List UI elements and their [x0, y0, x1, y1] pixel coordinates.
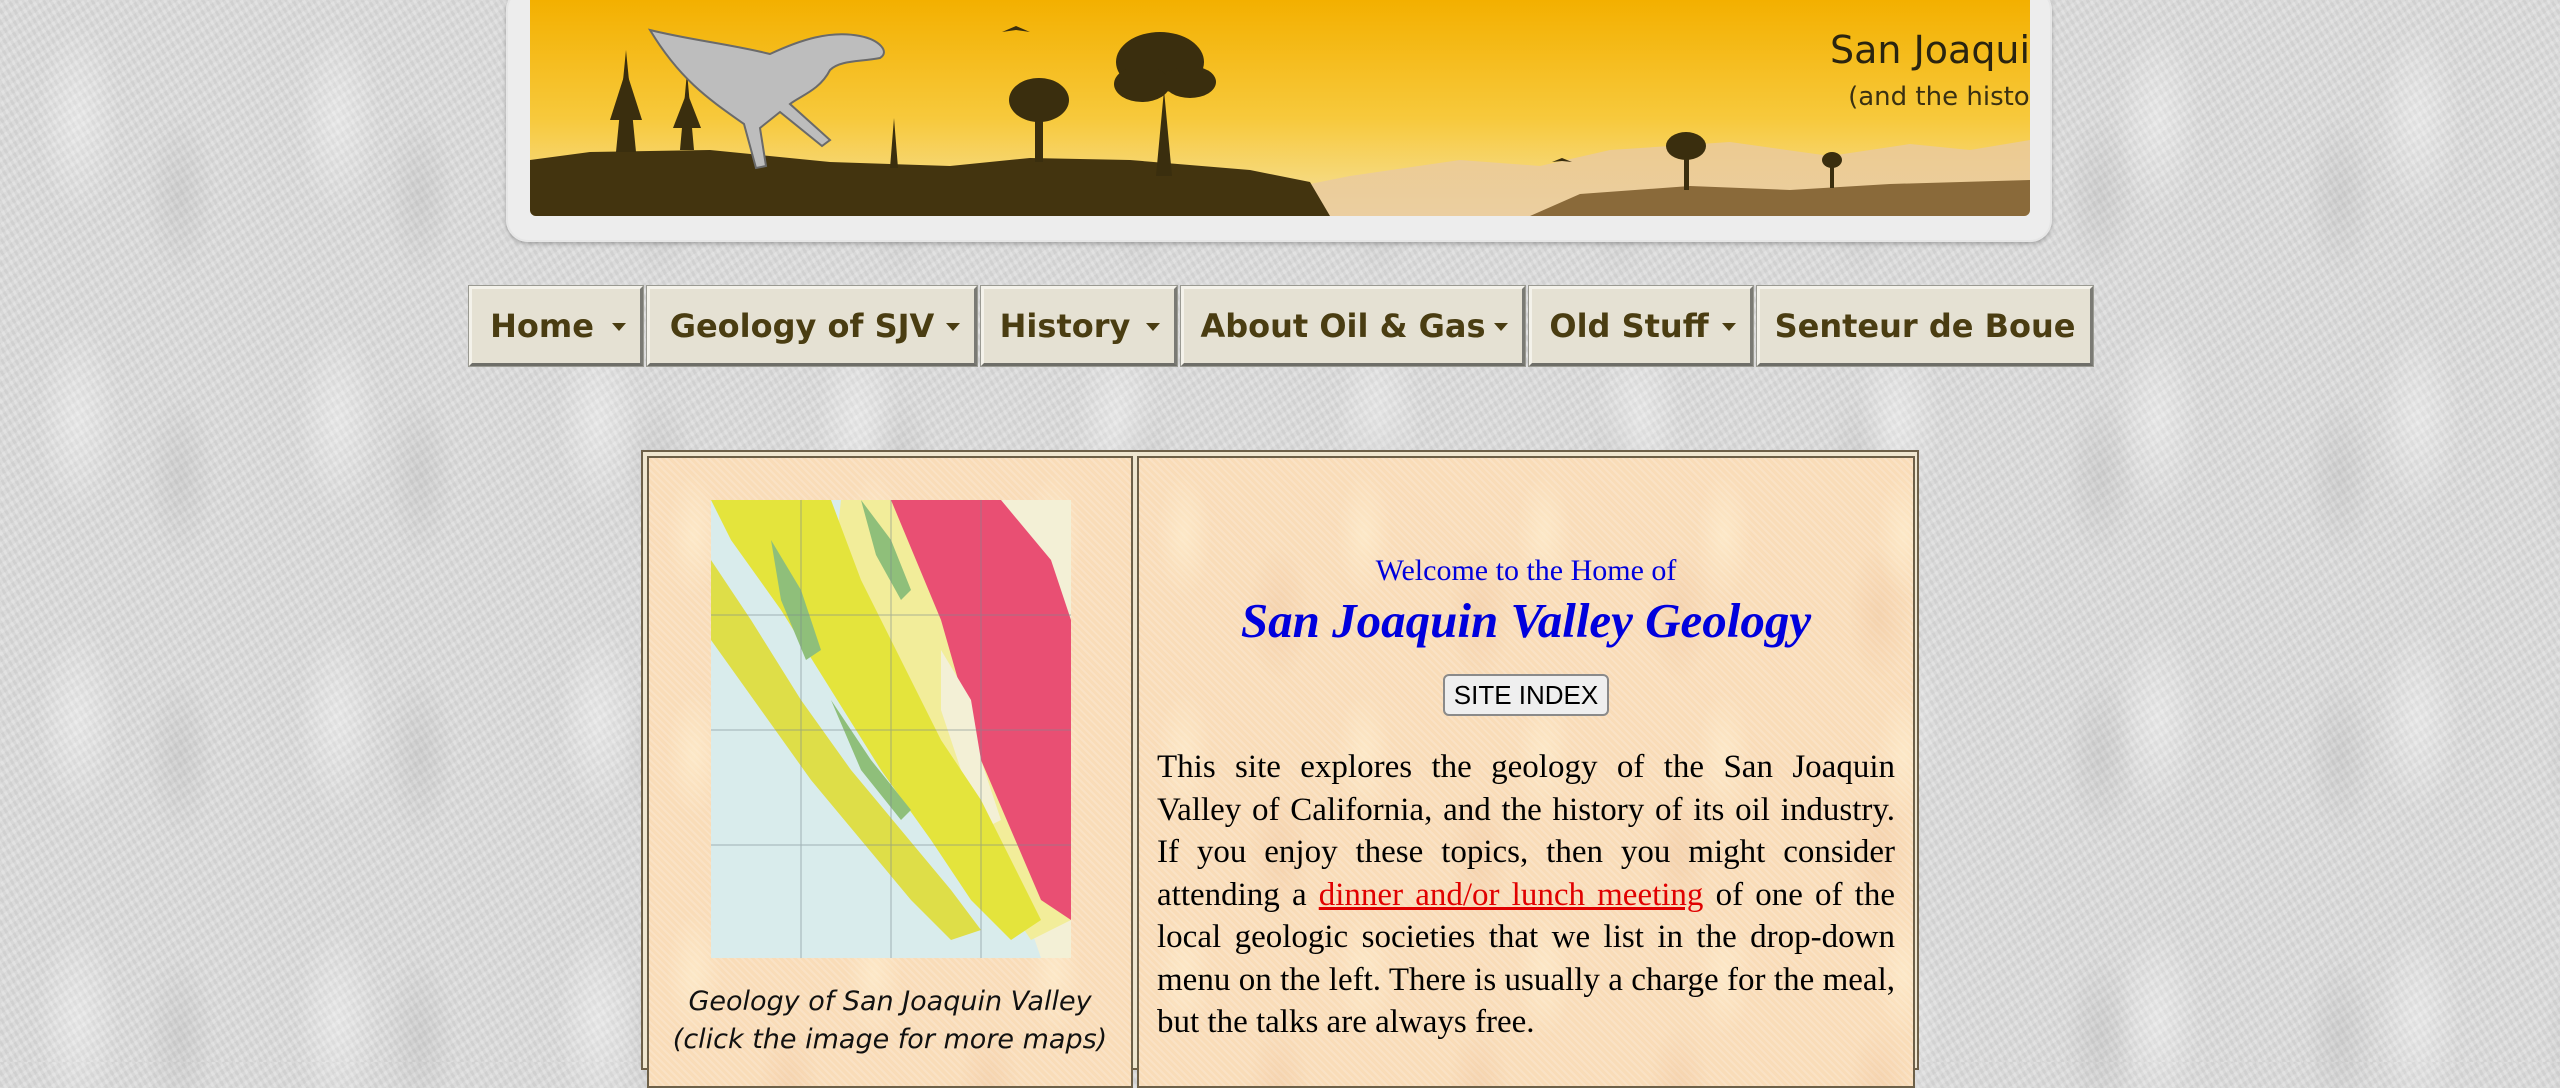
nav-item-history[interactable]: History	[980, 285, 1178, 367]
nav-item-geology-of-sjv[interactable]: Geology of SJV	[646, 285, 978, 367]
geologic-map-icon	[711, 500, 1071, 958]
dinner-lunch-meeting-link[interactable]: dinner and/or lunch meeting	[1319, 877, 1704, 913]
main-nav: Home Geology of SJV History About Oil & …	[468, 285, 2097, 367]
intro-paragraph: This site explores the geology of the Sa…	[1157, 746, 1895, 1044]
geology-map-image[interactable]	[711, 500, 1071, 958]
chevron-down-icon	[946, 323, 960, 331]
site-banner: San Joaquin Valley Geology (and the hist…	[530, 0, 2030, 216]
nav-item-home[interactable]: Home	[468, 285, 644, 367]
nav-item-label: Senteur de Boue	[1774, 307, 2076, 345]
nav-item-label: Old Stuff	[1549, 307, 1709, 345]
nav-item-label: Home	[490, 307, 594, 345]
banner-artwork	[530, 0, 2030, 216]
nav-item-label: History	[999, 307, 1131, 345]
nav-item-about-oil-gas[interactable]: About Oil & Gas	[1180, 285, 1526, 367]
welcome-cell: Welcome to the Home of San Joaquin Valle…	[1137, 456, 1915, 1088]
welcome-text: Welcome to the Home of	[1375, 554, 1677, 587]
site-index-button[interactable]: SITE INDEX	[1443, 674, 1609, 716]
nav-item-old-stuff[interactable]: Old Stuff	[1528, 285, 1754, 367]
banner-subtitle: (and the history of its oil industry)	[1848, 82, 2030, 112]
map-caption-hint: (click the image for more maps)	[672, 1024, 1108, 1055]
nav-item-senteur-de-boue[interactable]: Senteur de Boue	[1756, 285, 2094, 367]
chevron-down-icon	[1494, 323, 1508, 331]
chevron-down-icon	[1722, 323, 1736, 331]
content-table: Geology of San Joaquin Valley (click the…	[641, 450, 1919, 1088]
map-caption: Geology of San Joaquin Valley	[688, 986, 1092, 1017]
nav-item-label: Geology of SJV	[669, 307, 935, 345]
banner-title: San Joaquin Valley Geology	[1830, 28, 2030, 72]
nav-item-label: About Oil & Gas	[1200, 307, 1486, 345]
chevron-down-icon	[1146, 323, 1160, 331]
page-title: San Joaquin Valley Geology	[1240, 593, 1812, 648]
map-cell: Geology of San Joaquin Valley (click the…	[647, 456, 1133, 1088]
chevron-down-icon	[612, 323, 626, 331]
